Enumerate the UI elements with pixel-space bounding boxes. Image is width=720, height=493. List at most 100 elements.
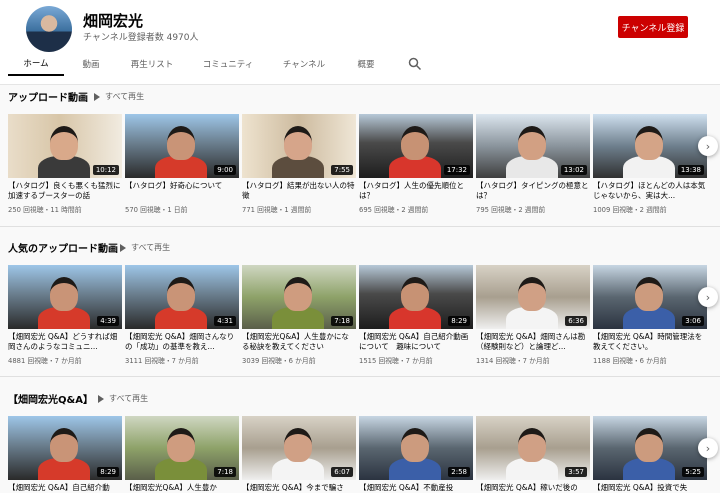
tab-community[interactable]: コミュニティ [196, 52, 260, 76]
video-title[interactable]: 【畑岡宏光 Q&A】自己紹介動画について 趣味について [359, 332, 473, 352]
video-card[interactable]: 13:38 【ハタログ】ほとんどの人は本気じゃないから、実は大... 1009 回視… [593, 114, 707, 214]
play-all-label: すべて再生 [109, 394, 149, 403]
thumbnail-person-head [635, 126, 663, 160]
video-thumbnail[interactable]: 13:38 [593, 114, 707, 178]
video-thumbnail[interactable]: 4:31 [125, 265, 239, 329]
video-title[interactable]: 【畑岡宏光 Q&A】投資で失 [593, 483, 707, 493]
thumbnail-person-head [401, 277, 429, 311]
video-title[interactable]: 【畑岡宏光Q&A】人生豊か [125, 483, 239, 493]
tab-channels[interactable]: チャンネル [276, 52, 332, 76]
video-thumbnail[interactable]: 3:57 [476, 416, 590, 480]
video-meta: 570 回視聴・1 日前 [125, 206, 188, 214]
video-duration: 7:18 [214, 467, 236, 477]
video-title[interactable]: 【ハタログ】人生の優先順位とは？ [359, 181, 473, 201]
subscriber-count: チャンネル登録者数 4970人 [83, 33, 199, 43]
video-card[interactable]: 4:31 【畑岡宏光 Q&A】畑岡さんなりの「成功」の基準を教え... 3111 回… [125, 265, 239, 365]
thumbnail-person-head [284, 428, 312, 462]
video-meta: 4881 回視聴・7 か月前 [8, 357, 82, 365]
video-thumbnail[interactable]: 17:32 [359, 114, 473, 178]
video-thumbnail[interactable]: 2:58 [359, 416, 473, 480]
video-title[interactable]: 【ハタログ】タイピングの極意とは？ [476, 181, 590, 201]
video-card[interactable]: 8:29 【畑岡宏光 Q&A】自己紹介動 [8, 416, 122, 493]
video-duration: 17:32 [443, 165, 470, 175]
thumbnail-person-head [401, 126, 429, 160]
video-thumbnail[interactable]: 13:02 [476, 114, 590, 178]
video-duration: 8:29 [448, 316, 470, 326]
video-duration: 3:06 [682, 316, 704, 326]
video-card[interactable]: 6:07 【畑岡宏光 Q&A】今まで騙さ [242, 416, 356, 493]
video-thumbnail[interactable]: 3:06 [593, 265, 707, 329]
thumbnail-person-head [284, 277, 312, 311]
video-title[interactable]: 【畑岡宏光 Q&A】自己紹介動 [8, 483, 122, 493]
video-thumbnail[interactable]: 4:39 [8, 265, 122, 329]
video-card[interactable]: 3:57 【畑岡宏光 Q&A】稼いだ後の [476, 416, 590, 493]
next-arrow-button[interactable]: › [698, 438, 718, 458]
video-duration: 10:12 [92, 165, 119, 175]
play-all-qa[interactable]: すべて再生 [98, 393, 148, 404]
video-title[interactable]: 【畑岡宏光 Q&A】時間管理法を教えてください。 [593, 332, 707, 352]
video-thumbnail[interactable]: 8:29 [8, 416, 122, 480]
video-card[interactable]: 7:55 【ハタログ】結果が出ない人の特徴 771 回視聴・1 週間前 [242, 114, 356, 214]
tab-home[interactable]: ホーム [8, 52, 64, 76]
play-all-popular[interactable]: すべて再生 [120, 242, 170, 253]
search-icon[interactable] [408, 57, 422, 71]
video-title[interactable]: 【畑岡宏光 Q&A】畑岡さんは勘（経験則など）と論理ど... [476, 332, 590, 352]
next-arrow-button[interactable]: › [698, 136, 718, 156]
thumbnail-person-head [167, 277, 195, 311]
section-title-popular: 人気のアップロード動画 [8, 244, 118, 255]
video-title[interactable]: 【畑岡宏光Q&A】人生豊かになる秘訣を教えてください [242, 332, 356, 352]
play-all-uploads[interactable]: すべて再生 [94, 91, 144, 102]
video-thumbnail[interactable]: 6:07 [242, 416, 356, 480]
video-card[interactable]: 17:32 【ハタログ】人生の優先順位とは？ 695 回視聴・2 週間前 [359, 114, 473, 214]
video-card[interactable]: 13:02 【ハタログ】タイピングの極意とは？ 795 回視聴・2 週間前 [476, 114, 590, 214]
video-title[interactable]: 【畑岡宏光 Q&A】稼いだ後の [476, 483, 590, 493]
video-thumbnail[interactable]: 8:29 [359, 265, 473, 329]
video-thumbnail[interactable]: 5:25 [593, 416, 707, 480]
video-card[interactable]: 7:18 【畑岡宏光Q&A】人生豊か [125, 416, 239, 493]
video-title[interactable]: 【畑岡宏光 Q&A】どうすれば畑岡さんのようなコミュニ... [8, 332, 122, 352]
video-card[interactable]: 6:36 【畑岡宏光 Q&A】畑岡さんは勘（経験則など）と論理ど... 1314 回… [476, 265, 590, 365]
video-meta: 1314 回視聴・7 か月前 [476, 357, 550, 365]
video-title[interactable]: 【畑岡宏光 Q&A】不動産投 [359, 483, 473, 493]
video-thumbnail[interactable]: 6:36 [476, 265, 590, 329]
video-thumbnail[interactable]: 7:55 [242, 114, 356, 178]
video-meta: 1515 回視聴・7 か月前 [359, 357, 433, 365]
video-meta: 795 回視聴・2 週間前 [476, 206, 546, 214]
play-icon [120, 243, 126, 252]
video-card[interactable]: 2:58 【畑岡宏光 Q&A】不動産投 [359, 416, 473, 493]
video-card[interactable]: 3:06 【畑岡宏光 Q&A】時間管理法を教えてください。 1188 回視聴・6 か… [593, 265, 707, 365]
tab-videos[interactable]: 動画 [70, 52, 112, 76]
video-card[interactable]: 8:29 【畑岡宏光 Q&A】自己紹介動画について 趣味について 1515 回視聴・… [359, 265, 473, 365]
channel-name: 畑岡宏光 [83, 12, 144, 30]
video-title[interactable]: 【ハタログ】好奇心について [125, 181, 239, 201]
next-arrow-button[interactable]: › [698, 287, 718, 307]
subscribe-button[interactable]: チャンネル登録 [618, 16, 688, 38]
video-title[interactable]: 【畑岡宏光 Q&A】畑岡さんなりの「成功」の基準を教え... [125, 332, 239, 352]
video-card[interactable]: 9:00 【ハタログ】好奇心について 570 回視聴・1 日前 [125, 114, 239, 214]
channel-avatar[interactable] [26, 6, 72, 52]
video-card[interactable]: 4:39 【畑岡宏光 Q&A】どうすれば畑岡さんのようなコミュニ... 4881 回… [8, 265, 122, 365]
video-thumbnail[interactable]: 7:18 [242, 265, 356, 329]
video-title[interactable]: 【畑岡宏光 Q&A】今まで騙さ [242, 483, 356, 493]
video-card[interactable]: 7:18 【畑岡宏光Q&A】人生豊かになる秘訣を教えてください 3039 回視聴・6… [242, 265, 356, 365]
section-title-uploads: アップロード動画 [8, 93, 88, 104]
video-thumbnail[interactable]: 10:12 [8, 114, 122, 178]
tab-playlists[interactable]: 再生リスト [120, 52, 184, 76]
video-title[interactable]: 【ハタログ】ほとんどの人は本気じゃないから、実は大... [593, 181, 707, 201]
section-divider [0, 226, 720, 227]
thumbnail-person-head [167, 428, 195, 462]
video-card[interactable]: 5:25 【畑岡宏光 Q&A】投資で失 [593, 416, 707, 493]
thumbnail-person-head [635, 277, 663, 311]
video-title[interactable]: 【ハタログ】結果が出ない人の特徴 [242, 181, 356, 201]
tab-about[interactable]: 概要 [346, 52, 386, 76]
video-title[interactable]: 【ハタログ】良くも悪くも猛烈に加速するブースターの話 [8, 181, 122, 201]
video-thumbnail[interactable]: 7:18 [125, 416, 239, 480]
thumbnail-person-head [635, 428, 663, 462]
video-duration: 13:02 [560, 165, 587, 175]
thumbnail-person-head [518, 126, 546, 160]
video-card[interactable]: 10:12 【ハタログ】良くも悪くも猛烈に加速するブースターの話 250 回視聴・1… [8, 114, 122, 214]
play-icon [98, 394, 104, 403]
header-divider [0, 84, 720, 85]
video-thumbnail[interactable]: 9:00 [125, 114, 239, 178]
video-meta: 771 回視聴・1 週間前 [242, 206, 312, 214]
